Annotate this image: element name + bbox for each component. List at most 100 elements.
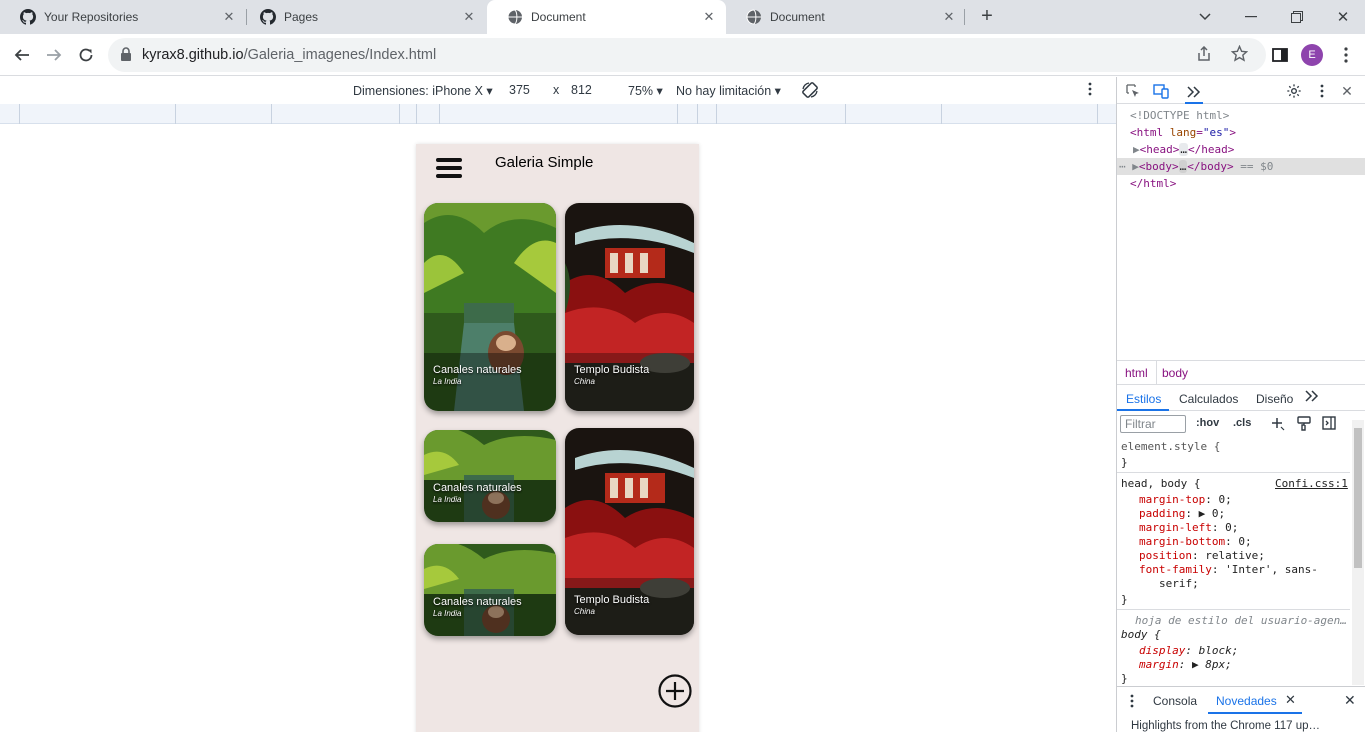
lock-icon[interactable] bbox=[120, 47, 134, 63]
device-toggle-icon[interactable] bbox=[1152, 82, 1170, 100]
gallery-card[interactable]: Canales naturales La India bbox=[424, 430, 556, 522]
css-property[interactable]: display: block; bbox=[1139, 644, 1238, 658]
zoom-select[interactable]: 75% ▾ bbox=[628, 83, 663, 98]
reload-icon[interactable] bbox=[74, 43, 98, 67]
devtools-menu-icon[interactable] bbox=[1313, 82, 1331, 100]
gallery-card[interactable]: Canales naturales La India bbox=[424, 544, 556, 636]
browser-menu-icon[interactable] bbox=[1334, 43, 1358, 67]
rotate-icon[interactable] bbox=[800, 80, 820, 103]
tab-diseno[interactable]: Diseño bbox=[1256, 392, 1293, 406]
hov-toggle[interactable]: :hov bbox=[1196, 417, 1219, 429]
profile-avatar[interactable]: E bbox=[1301, 44, 1323, 66]
css-property[interactable]: margin-bottom: 0; bbox=[1139, 535, 1252, 549]
cls-toggle[interactable]: .cls bbox=[1233, 417, 1251, 429]
rule-selector[interactable]: head, body { bbox=[1121, 477, 1200, 491]
css-property[interactable]: margin-top: 0; bbox=[1139, 493, 1232, 507]
tab-your-repositories[interactable]: Your Repositories ✕ bbox=[0, 0, 246, 34]
add-image-button[interactable] bbox=[658, 674, 692, 708]
dom-html-end[interactable]: </html> bbox=[1117, 175, 1365, 192]
back-icon[interactable] bbox=[10, 43, 34, 67]
paint-icon[interactable] bbox=[1297, 416, 1311, 434]
collapsed-ellipsis[interactable]: … bbox=[1179, 143, 1188, 156]
node-actions-icon[interactable]: ⋯ bbox=[1119, 160, 1126, 173]
dom-body-node-selected[interactable]: ⋯ ▶<body>…</body> == $0 bbox=[1117, 158, 1365, 175]
rule-source-link[interactable]: Confi.css:1 bbox=[1275, 477, 1348, 491]
settings-gear-icon[interactable] bbox=[1285, 82, 1303, 100]
expand-triangle-icon[interactable]: ▶ bbox=[1133, 143, 1140, 156]
new-tab-icon[interactable]: + bbox=[976, 6, 998, 28]
tab-title: Pages bbox=[284, 10, 319, 24]
throttle-select[interactable]: No hay limitación ▾ bbox=[676, 83, 781, 98]
hamburger-menu-icon[interactable] bbox=[436, 158, 462, 178]
close-drawer-tab-icon[interactable]: ✕ bbox=[1285, 692, 1296, 708]
close-devtools-icon[interactable]: ✕ bbox=[1338, 82, 1356, 100]
breadcrumb-body[interactable]: body bbox=[1162, 366, 1188, 380]
drawer-tab-consola[interactable]: Consola bbox=[1153, 694, 1197, 708]
gallery-card[interactable]: Canales naturales La India bbox=[424, 203, 556, 411]
url-host: kyrax8.github.io bbox=[142, 47, 244, 63]
device-more-icon[interactable] bbox=[1088, 82, 1092, 99]
tab-calculados[interactable]: Calculados bbox=[1179, 392, 1238, 406]
close-window-icon[interactable]: ✕ bbox=[1331, 5, 1355, 29]
close-drawer-icon[interactable]: ✕ bbox=[1344, 692, 1356, 709]
css-property[interactable]: padding: ▶ 0; bbox=[1139, 507, 1225, 521]
close-tab-icon[interactable]: ✕ bbox=[222, 10, 236, 24]
inspect-element-icon[interactable] bbox=[1124, 82, 1142, 100]
css-property[interactable]: margin: ▶ 8px; bbox=[1139, 658, 1232, 672]
side-panel-icon[interactable] bbox=[1268, 43, 1292, 67]
more-tabs-icon[interactable] bbox=[1305, 390, 1319, 405]
tab-document-active[interactable]: Document ✕ bbox=[487, 0, 726, 34]
minimize-icon[interactable] bbox=[1239, 5, 1263, 29]
github-icon bbox=[20, 9, 36, 25]
close-tab-icon[interactable]: ✕ bbox=[702, 10, 716, 24]
dom-html-node[interactable]: <html lang="es"> bbox=[1117, 124, 1365, 141]
tab-document[interactable]: Document ✕ bbox=[726, 0, 966, 34]
css-property[interactable]: margin-left: 0; bbox=[1139, 521, 1238, 535]
card-subtitle: La India bbox=[433, 609, 462, 618]
head-close-tag: </head> bbox=[1188, 143, 1235, 156]
rule-close-brace: } bbox=[1121, 456, 1128, 469]
card-subtitle: China bbox=[574, 377, 595, 386]
collapsed-ellipsis[interactable]: … bbox=[1178, 160, 1188, 173]
expand-triangle-icon[interactable]: ▶ bbox=[1132, 160, 1139, 173]
computed-sidebar-icon[interactable] bbox=[1322, 416, 1336, 433]
rule-close-brace: } bbox=[1121, 593, 1128, 606]
forward-icon[interactable] bbox=[42, 43, 66, 67]
media-query-ruler[interactable] bbox=[0, 104, 1116, 124]
tab-search-icon[interactable] bbox=[1193, 5, 1217, 29]
share-icon[interactable] bbox=[1196, 45, 1212, 66]
new-rule-icon[interactable] bbox=[1271, 417, 1285, 434]
globe-icon bbox=[507, 9, 523, 25]
bookmark-star-icon[interactable] bbox=[1230, 44, 1249, 66]
tab-title: Document bbox=[770, 10, 825, 24]
ua-rule-selector[interactable]: body { bbox=[1121, 628, 1161, 642]
card-title: Templo Budista bbox=[574, 594, 650, 606]
close-tab-icon[interactable]: ✕ bbox=[462, 10, 476, 24]
more-panels-icon[interactable] bbox=[1185, 82, 1203, 104]
styles-scrollbar[interactable] bbox=[1352, 420, 1364, 685]
address-bar[interactable]: kyrax8.github.io/Galeria_imagenes/Index.… bbox=[108, 38, 1266, 72]
dom-doctype[interactable]: <!DOCTYPE html> bbox=[1117, 107, 1365, 124]
element-style-selector[interactable]: element.style { bbox=[1121, 440, 1220, 454]
tab-pages[interactable]: Pages ✕ bbox=[240, 0, 486, 34]
css-property[interactable]: position: relative; bbox=[1139, 549, 1265, 563]
drawer-tab-novedades[interactable]: Novedades bbox=[1216, 694, 1277, 708]
dom-head-node[interactable]: ▶<head>…</head> bbox=[1117, 141, 1365, 158]
tab-estilos[interactable]: Estilos bbox=[1126, 392, 1161, 406]
device-width-input[interactable]: 375 bbox=[509, 83, 530, 97]
device-height-input[interactable]: 812 bbox=[571, 83, 592, 97]
drawer-menu-icon[interactable] bbox=[1130, 694, 1134, 711]
device-dimensions-select[interactable]: Dimensiones: iPhone X ▾ bbox=[353, 83, 493, 98]
card-title: Canales naturales bbox=[433, 596, 522, 608]
html-attr-value: "es" bbox=[1202, 126, 1230, 139]
scrollbar-thumb[interactable] bbox=[1354, 428, 1362, 568]
gallery-card[interactable]: Templo Budista China bbox=[565, 203, 694, 411]
selected-marker: == $0 bbox=[1240, 160, 1274, 173]
restore-icon[interactable] bbox=[1285, 5, 1309, 29]
breadcrumb-html[interactable]: html bbox=[1125, 366, 1148, 380]
styles-filter-input[interactable]: Filtrar bbox=[1120, 415, 1186, 433]
css-property[interactable]: font-family: 'Inter', sans- bbox=[1139, 563, 1318, 577]
close-tab-icon[interactable]: ✕ bbox=[942, 10, 956, 24]
html-end-tag: </html> bbox=[1130, 177, 1177, 190]
gallery-card[interactable]: Templo Budista China bbox=[565, 428, 694, 635]
